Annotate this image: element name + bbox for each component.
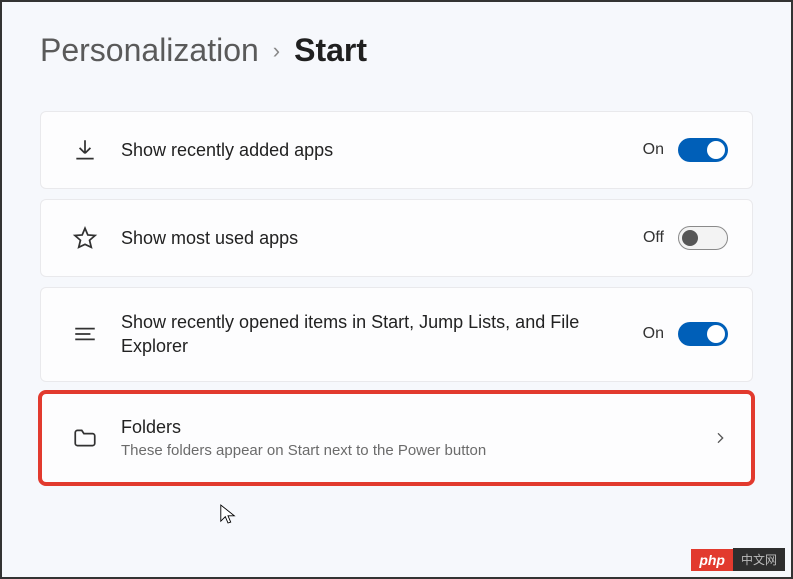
breadcrumb: Personalization › Start (2, 2, 791, 69)
chevron-right-icon (712, 430, 728, 446)
badge-right: 中文网 (733, 548, 785, 571)
cursor-icon (219, 503, 237, 530)
row-folders[interactable]: Folders These folders appear on Start ne… (40, 392, 753, 485)
row-recently-added-apps[interactable]: Show recently added apps On (40, 111, 753, 189)
toggle-most-used-apps[interactable] (678, 226, 728, 250)
star-icon (61, 225, 109, 251)
list-icon (61, 321, 109, 347)
row-description: These folders appear on Start next to th… (121, 441, 712, 461)
breadcrumb-current: Start (294, 32, 367, 69)
row-label: Show recently added apps (109, 138, 643, 162)
toggle-state-label: On (643, 325, 664, 343)
row-label: Show most used apps (109, 226, 643, 250)
watermark-badge: php 中文网 (691, 548, 785, 571)
toggle-recently-added-apps[interactable] (678, 138, 728, 162)
download-icon (61, 137, 109, 163)
row-label: Show recently opened items in Start, Jum… (109, 310, 643, 359)
breadcrumb-parent[interactable]: Personalization (40, 32, 259, 69)
row-recent-items[interactable]: Show recently opened items in Start, Jum… (40, 287, 753, 382)
toggle-state-label: On (643, 141, 664, 159)
settings-list: Show recently added apps On Show most us… (2, 69, 791, 484)
toggle-state-label: Off (643, 229, 664, 247)
row-most-used-apps[interactable]: Show most used apps Off (40, 199, 753, 277)
row-label: Folders (121, 415, 712, 439)
folder-icon (61, 425, 109, 451)
row-text: Folders These folders appear on Start ne… (109, 415, 712, 462)
badge-left: php (691, 549, 733, 571)
toggle-recent-items[interactable] (678, 322, 728, 346)
chevron-right-icon: › (273, 38, 280, 64)
